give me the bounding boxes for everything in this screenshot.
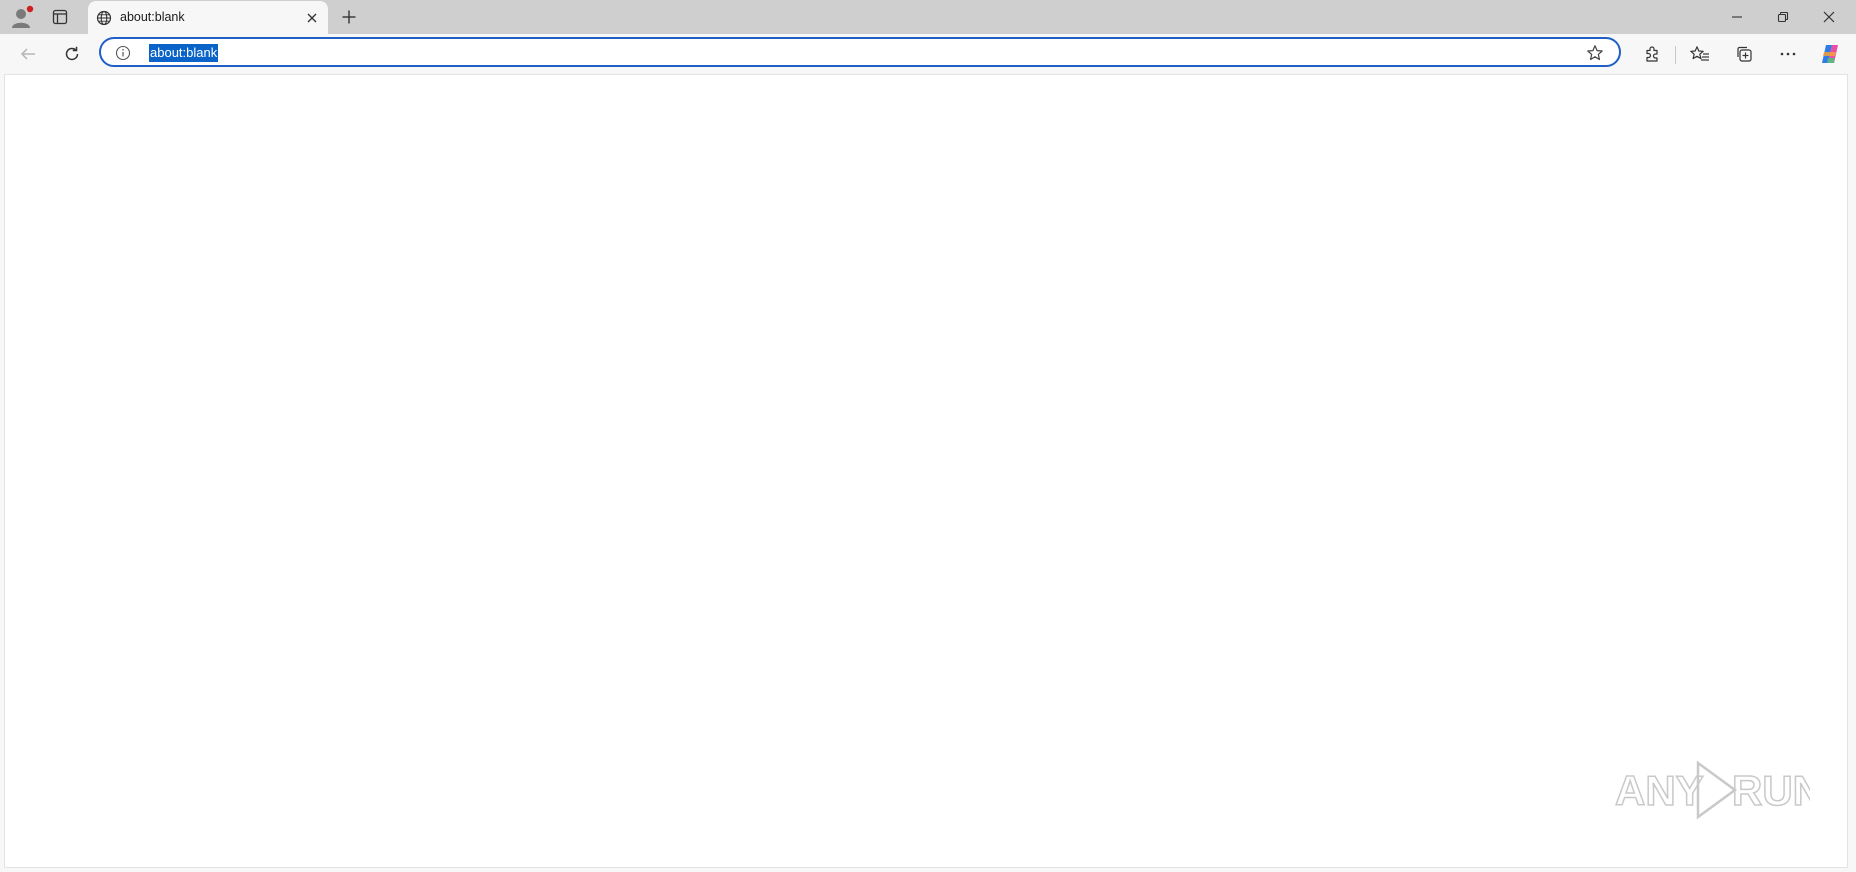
watermark-text-right: RUN [1732,767,1810,814]
plus-icon [341,9,357,25]
new-tab-button[interactable] [334,3,364,31]
profile-button[interactable] [4,3,40,31]
window-close-button[interactable] [1806,0,1852,34]
more-button[interactable] [1772,38,1804,70]
copilot-button[interactable] [1814,38,1846,70]
refresh-button[interactable] [56,38,88,70]
toolbar-divider [1675,46,1676,64]
minimize-icon [1731,11,1743,23]
collections-button[interactable] [1728,38,1760,70]
tab-title: about:blank [120,10,185,24]
close-icon [1823,11,1835,23]
tab-actions-button[interactable] [42,3,78,31]
favorites-icon [1690,45,1710,63]
profile-icon [9,4,35,30]
tab-actions-icon [52,9,68,25]
restore-icon [1777,11,1789,23]
favorites-button[interactable] [1684,38,1716,70]
refresh-icon [63,45,81,63]
watermark-text-left: ANY [1615,767,1704,814]
close-icon [306,12,318,24]
extensions-icon [1643,45,1661,63]
anyrun-watermark: ANY RUN [1610,755,1810,825]
info-icon[interactable] [114,44,132,62]
title-bar: about:blank [0,0,1856,34]
copilot-icon [1819,43,1841,65]
extensions-button[interactable] [1636,38,1668,70]
globe-icon [94,8,114,28]
address-bar[interactable]: about:blank [99,37,1621,67]
restore-button[interactable] [1760,0,1806,34]
browser-toolbar: about:blank [0,34,1856,74]
collections-icon [1735,45,1753,63]
page-content [4,74,1848,868]
back-button[interactable] [12,38,44,70]
star-icon[interactable] [1585,43,1605,63]
tab-about-blank[interactable]: about:blank [88,1,328,34]
address-input[interactable]: about:blank [149,44,219,62]
more-icon [1779,45,1797,63]
minimize-button[interactable] [1714,0,1760,34]
back-arrow-icon [19,45,37,63]
tab-close-button[interactable] [300,6,324,30]
